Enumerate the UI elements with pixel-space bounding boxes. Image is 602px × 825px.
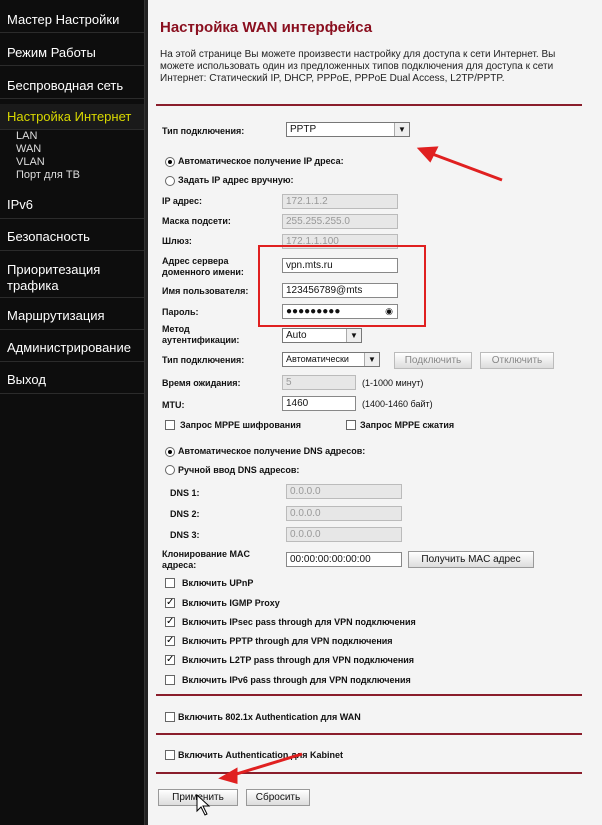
red-arrow-2-head — [218, 767, 238, 784]
red-arrow-1-head — [416, 146, 439, 163]
red-arrow-2 — [229, 752, 303, 778]
annotation-arrows — [196, 146, 503, 816]
mouse-cursor-icon — [196, 793, 211, 816]
red-arrow-1 — [426, 150, 503, 182]
